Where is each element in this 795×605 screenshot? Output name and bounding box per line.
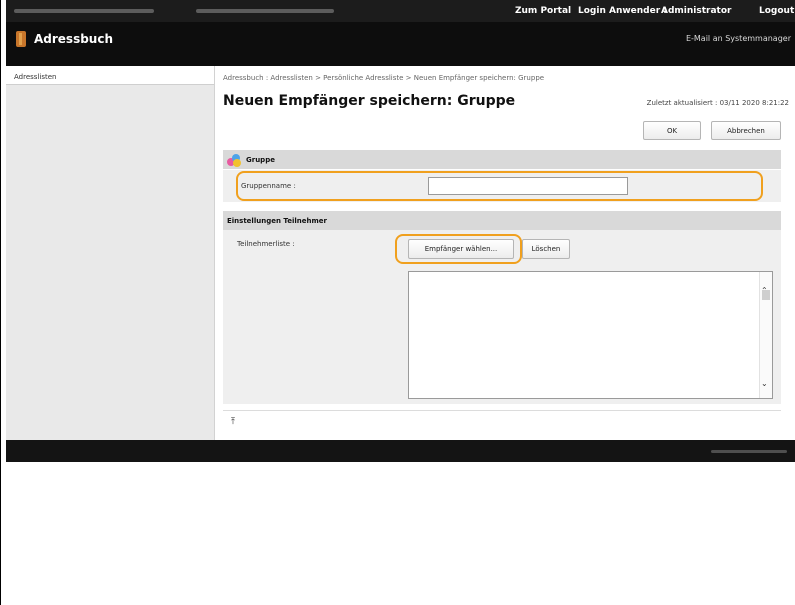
scroll-thumb[interactable]	[762, 290, 770, 300]
logout-link[interactable]: Logout	[759, 6, 794, 16]
device-ip-blurred	[196, 9, 334, 13]
scroll-down-icon[interactable]: ⌄	[761, 379, 768, 388]
members-section-title: Einstellungen Teilnehmer	[227, 216, 327, 225]
top-bar: Zum Portal Login Anwender : Administrato…	[6, 0, 795, 22]
app-titlebar: Adressbuch E-Mail an Systemmanager	[6, 22, 795, 66]
ok-button[interactable]: OK	[643, 121, 701, 140]
group-icon	[227, 153, 241, 167]
group-section-title: Gruppe	[246, 155, 275, 164]
delete-button[interactable]: Löschen	[522, 239, 570, 259]
portal-link[interactable]: Zum Portal	[515, 6, 571, 16]
login-user-name: Administrator	[661, 6, 732, 16]
mail-sysadmin-link[interactable]: E-Mail an Systemmanager	[686, 34, 791, 43]
login-user-label: Login Anwender :	[578, 6, 667, 16]
last-updated: Zuletzt aktualisiert : 03/11 2020 8:21:2…	[646, 99, 789, 107]
sidebar-item-label: Adresslisten	[14, 73, 57, 81]
members-section-header: Einstellungen Teilnehmer	[223, 211, 781, 230]
group-section-header: Gruppe	[223, 150, 781, 169]
address-book-icon	[16, 31, 26, 47]
page-title: Neuen Empfänger speichern: Gruppe	[223, 93, 516, 109]
app-title: Adressbuch	[34, 32, 114, 46]
group-name-input[interactable]	[428, 177, 628, 195]
footer	[6, 440, 795, 462]
group-name-row: Gruppenname :	[223, 170, 781, 202]
device-name-blurred	[14, 9, 154, 13]
members-list-label: Teilnehmerliste :	[237, 240, 295, 248]
listbox-scrollbar[interactable]: ⌃ ⌄	[759, 272, 772, 398]
breadcrumb: Adressbuch : Adresslisten > Persönliche …	[223, 74, 545, 82]
sidebar-item-adresslisten[interactable]: Adresslisten	[6, 66, 214, 85]
browser-page: Zum Portal Login Anwender : Administrato…	[6, 0, 795, 605]
group-name-label: Gruppenname :	[241, 182, 296, 190]
sidebar: Adresslisten	[6, 66, 215, 440]
select-recipient-button[interactable]: Empfänger wählen...	[408, 239, 514, 259]
main-content: Adressbuch : Adresslisten > Persönliche …	[215, 66, 795, 440]
copyright-blurred	[711, 450, 787, 453]
members-listbox[interactable]: ⌃ ⌄	[408, 271, 773, 399]
cancel-button[interactable]: Abbrechen	[711, 121, 781, 140]
bottom-separator	[223, 410, 781, 411]
back-to-top-icon[interactable]: ⤒	[231, 417, 235, 427]
left-border	[0, 0, 1, 605]
